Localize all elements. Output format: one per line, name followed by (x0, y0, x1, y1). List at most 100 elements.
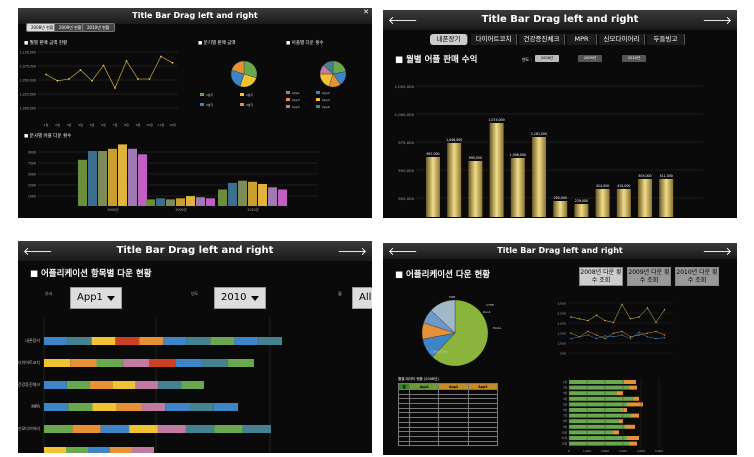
legend-label: App1 (292, 91, 300, 95)
bar (218, 189, 227, 206)
x-tick-label: 10월 (146, 122, 153, 127)
revenue-bar (595, 189, 610, 217)
revenue-bar (447, 143, 462, 217)
bar (166, 199, 175, 206)
y-tick-label: 1,050,000 (20, 79, 36, 83)
bar-segment (116, 403, 141, 411)
dashboard-charts: 1,100,000 1,075,000 1,050,000 1,025,000 1,00… (20, 51, 347, 212)
hbar-row-label: 8월 (563, 419, 568, 423)
data-point (646, 307, 649, 309)
hbar-row-label: 9월 (563, 425, 568, 429)
bar-data-label: 997,000 (426, 152, 439, 156)
group-label: 2010년 (247, 207, 258, 212)
data-point (114, 87, 116, 89)
hbar-orange (627, 402, 643, 407)
data-point (578, 336, 581, 338)
bar-segment (66, 447, 88, 453)
hbar-orange (627, 436, 639, 440)
legend-swatch (316, 105, 320, 108)
x-tick-label: 8월 (124, 122, 129, 127)
item-download-panel: Title Bar Drag left and right 🡐 🡒 ■ 어플리케… (18, 241, 372, 453)
bar-segment (44, 447, 66, 453)
data-point (604, 335, 606, 337)
data-point (160, 55, 162, 58)
hbar-orange (631, 413, 639, 418)
data-point (570, 316, 572, 318)
data-point (595, 334, 598, 336)
hbar-row-label: 10월 (561, 430, 567, 434)
bar-segment (70, 359, 97, 367)
data-point (570, 337, 572, 340)
bar-data-label: 250,000 (554, 196, 567, 200)
line-series (570, 303, 665, 323)
data-point (137, 78, 139, 80)
bar-segment (189, 403, 214, 411)
hbar-row-label: 1월 (563, 380, 568, 384)
hbar-orange (629, 441, 637, 446)
hbar-orange (621, 408, 627, 412)
y-tick-label: 1,000,000 (20, 107, 36, 111)
bar-segment (214, 425, 243, 433)
row-label: 신모다이어리 (18, 425, 40, 431)
legend-label: App6 (322, 105, 330, 109)
legend-label: 3분기 (206, 102, 214, 107)
y-tick-label: 2,500 (557, 312, 566, 316)
x-tick-label: 9월 (136, 122, 141, 127)
bar-segment (185, 425, 215, 433)
hbar-green (569, 402, 627, 407)
revenue-bar (468, 161, 483, 217)
y-tick-label: 975,000 (398, 140, 414, 145)
hbar-row-label: 4월 (563, 397, 568, 401)
bar-segment (91, 337, 116, 345)
bar-segment (213, 403, 238, 411)
data-point (655, 330, 657, 333)
bar (88, 151, 97, 206)
data-point (570, 332, 572, 334)
bar-data-label: 1,074,000 (488, 118, 504, 122)
bar-segment (158, 381, 182, 389)
bar (118, 144, 127, 206)
bar-segment (92, 403, 117, 411)
x-tick-label: 1,000 (583, 449, 591, 453)
bar-segment (88, 447, 110, 453)
hbar-green (569, 419, 619, 424)
x-tick-label: 5,000 (655, 449, 663, 453)
group-label: 2008년 (107, 207, 118, 212)
hbar-green (569, 430, 613, 435)
bar (128, 148, 137, 206)
monthly-revenue-panel: Title Bar Drag left and right 🡐 🡒 내폰장기 다… (383, 10, 737, 218)
data-point (663, 309, 666, 311)
revenue-bar (616, 189, 631, 217)
y-tick-label: 1,500 (557, 332, 566, 336)
x-tick-label: 3월 (67, 122, 72, 127)
revenue-bar-chart: 1,050,000 1,000,000 975,000 950,000 900,000 9… (395, 84, 703, 217)
hbar-orange (624, 380, 636, 384)
bar-segment (227, 359, 254, 367)
hbar-green (569, 380, 624, 384)
data-point (629, 336, 632, 338)
bar-data-label: 995,000 (469, 156, 482, 160)
data-point (604, 337, 606, 340)
bar (146, 199, 155, 206)
bar-segment (110, 447, 132, 453)
revenue-bar (553, 201, 568, 217)
data-point (655, 321, 657, 324)
bar-segment (67, 337, 92, 345)
data-point (102, 64, 105, 67)
hbar-row-label: 12월 (561, 442, 567, 446)
row-label: 다이어트코치 (18, 359, 40, 365)
data-point (91, 79, 93, 82)
bar-segment (163, 337, 187, 345)
y-tick-label: 5000 (28, 173, 36, 177)
bar-segment (96, 359, 123, 367)
y-tick-label: 2,000 (557, 322, 566, 326)
data-point (125, 60, 128, 62)
hbar-orange (625, 424, 635, 429)
revenue-bar (659, 179, 674, 217)
bar (138, 154, 147, 206)
data-point (621, 334, 623, 336)
y-tick-label: 1,000 (557, 342, 566, 346)
bar-data-label: 1,181,000 (531, 132, 547, 136)
data-point (612, 332, 615, 334)
hbar-orange (629, 385, 637, 390)
